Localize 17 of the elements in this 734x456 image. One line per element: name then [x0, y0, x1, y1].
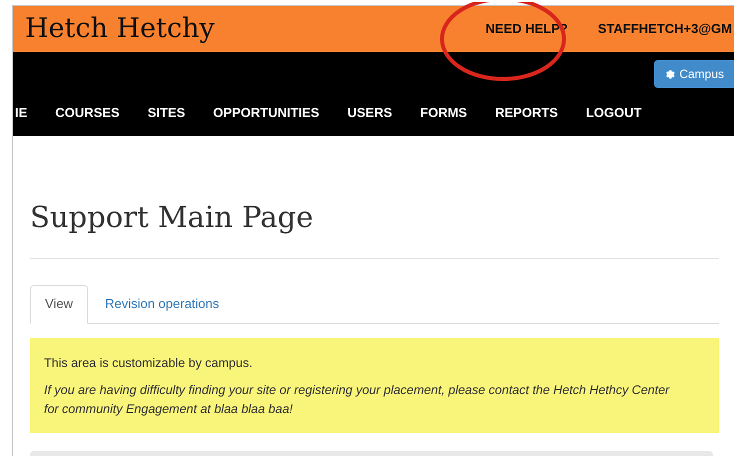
- tab[interactable]: View: [30, 284, 88, 324]
- notice-text: If you are having difficulty finding your site or registering your placement, please contact the Hetch Hethcy Center for community Engagement at blaa blaa baa!: [44, 382, 671, 418]
- nav-link[interactable]: OPPORTUNITIES: [213, 103, 320, 123]
- user-link[interactable]: STAFFHETCH+3@GM: [598, 19, 732, 39]
- nav-link[interactable]: IE: [15, 103, 28, 123]
- notice-text: This area is customizable by campus.: [44, 354, 254, 372]
- nav-link[interactable]: SITES: [148, 103, 186, 123]
- nav-link[interactable]: USERS: [347, 103, 392, 123]
- nav-link[interactable]: LOGOUT: [586, 103, 642, 123]
- site-logo[interactable]: Hetch Hetchy: [25, 8, 215, 50]
- gear-icon: [664, 68, 676, 80]
- tab[interactable]: Revision operations: [88, 284, 236, 324]
- nav-link[interactable]: COURSES: [55, 103, 120, 123]
- page-title: Support Main Page: [30, 199, 314, 236]
- nav-link[interactable]: REPORTS: [495, 103, 558, 123]
- campus-button[interactable]: Campus: [654, 60, 734, 88]
- nav-link[interactable]: FORMS: [420, 103, 468, 123]
